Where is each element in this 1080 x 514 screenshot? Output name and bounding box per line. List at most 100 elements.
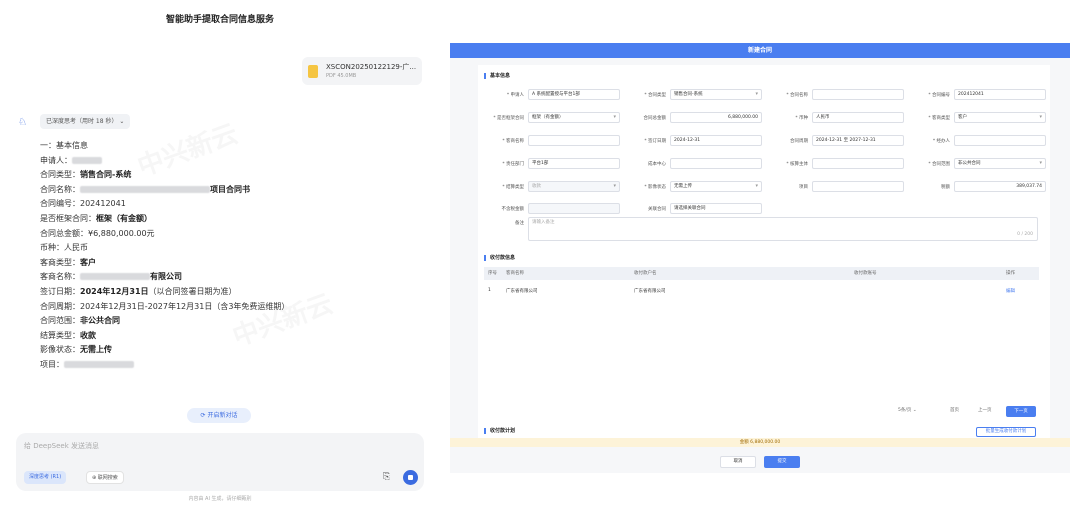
field-label: * 经办人 xyxy=(932,139,950,144)
info-label: 一：基本信息 xyxy=(40,141,88,150)
field-input[interactable]: 客户 ▾ xyxy=(954,112,1046,123)
info-line: 影像状态：无需上传 xyxy=(40,343,289,358)
info-label: 客商类型： xyxy=(40,257,80,267)
web-search-button[interactable]: ⊕ 联网搜索 xyxy=(86,471,124,484)
field-input[interactable] xyxy=(528,203,620,214)
field-input[interactable]: 收款 ▾ xyxy=(528,181,620,192)
info-line: 合同总金额：¥6,880,000.00元 xyxy=(40,227,289,242)
field-input[interactable]: 6,880,000.00 xyxy=(670,112,762,123)
message-input-box[interactable]: 给 DeepSeek 发送消息 深度思考 (R1) ⊕ 联网搜索 ⎘ xyxy=(16,433,424,491)
contract-form-window: 新建合同 基本信息 * 申请人 A 系统配置授与平台1部 * 合同类型 销售合同-系统… xyxy=(450,43,1070,473)
field-input[interactable] xyxy=(528,135,620,146)
field-label: * 合同编号 xyxy=(928,93,950,98)
field-input[interactable]: 框架（有金额） ▾ xyxy=(528,112,620,123)
attach-icon[interactable]: ⎘ xyxy=(383,472,390,482)
info-label: 结算类型： xyxy=(40,330,80,340)
field-input[interactable]: 销售合同-系统 ▾ xyxy=(670,89,762,100)
field-value: 框架（有金额） xyxy=(532,115,564,120)
field-input[interactable]: 非公共合同 ▾ xyxy=(954,158,1046,169)
field-input[interactable]: 202412041 xyxy=(954,89,1046,100)
field-input[interactable]: 人民币 xyxy=(812,112,904,123)
deep-think-button[interactable]: 深度思考 (R1) xyxy=(24,471,67,484)
field-input[interactable] xyxy=(670,158,762,169)
field-input[interactable]: 无需上传 ▾ xyxy=(670,181,762,192)
section-basic-title: 基本信息 xyxy=(484,73,510,79)
field-value: 请选择关联合同 xyxy=(674,206,706,211)
field-input[interactable]: 2024-12-31 至 2027-12-31 xyxy=(812,135,904,146)
field-input[interactable]: A 系统配置授与平台1部 xyxy=(528,89,620,100)
remark-placeholder: 请输入备注 xyxy=(532,220,555,225)
new-chat-button[interactable]: ⟳ 开启新对话 xyxy=(187,408,251,423)
info-value: 202412041 xyxy=(80,199,126,209)
info-line: 是否框架合同：框架（有金额） xyxy=(40,212,289,227)
field-value: 客户 xyxy=(958,115,967,120)
page-size-select[interactable]: 5条/页 ⌄ xyxy=(898,406,917,416)
info-label: 合同周期： xyxy=(40,301,80,311)
edit-row-link[interactable]: 编辑 xyxy=(1006,288,1015,294)
info-value: 客户 xyxy=(80,257,96,267)
info-value: 2024年12月31日 xyxy=(80,286,149,296)
info-line: 币种：人民币 xyxy=(40,241,289,256)
field-label: * 申请人 xyxy=(506,93,524,98)
plan-card: 收付款计划 批量生成收付款计划 xyxy=(478,425,1050,438)
field-value: 平台1部 xyxy=(532,161,549,166)
batch-plan-button[interactable]: 批量生成收付款计划 xyxy=(976,427,1036,437)
info-value: 2024年12月31日-2027年12月31日（含3年免费运维期） xyxy=(80,301,290,311)
file-meta: PDF 45.0MB xyxy=(326,72,357,79)
info-label: 客商名称： xyxy=(40,272,80,282)
prev-page-button[interactable]: 上一页 xyxy=(978,406,992,416)
field-input[interactable]: 平台1部 xyxy=(528,158,620,169)
field-input[interactable] xyxy=(812,89,904,100)
table-header-cell: 操作 xyxy=(1006,271,1015,276)
info-value: ¥6,880,000.00元 xyxy=(88,228,155,238)
redacted-text xyxy=(64,360,134,368)
table-header-cell: 序号 xyxy=(488,271,497,276)
next-page-button[interactable]: 下一页 xyxy=(1006,406,1036,417)
field-value: 389,037.74 xyxy=(1016,184,1042,189)
new-chat-label: 开启新对话 xyxy=(207,412,238,419)
field-label: * 责任部门 xyxy=(502,162,524,167)
field-label: * 是否框架合同 xyxy=(493,116,524,121)
ai-disclaimer: 内容由 AI 生成，请仔细甄别 xyxy=(188,496,252,502)
table-header-cell: 客商名称 xyxy=(506,271,524,276)
field-label: * 合同类型 xyxy=(644,93,666,98)
info-line: 客商名称： 有限公司 xyxy=(40,270,289,285)
info-line: 客商类型：客户 xyxy=(40,256,289,271)
field-label: 不含税金额 xyxy=(501,207,525,212)
field-input[interactable] xyxy=(812,181,904,192)
field-input[interactable]: 2024-12-31 xyxy=(670,135,762,146)
field-label: * 合同范围 xyxy=(928,162,950,167)
info-value: 有限公司 xyxy=(150,272,182,282)
redacted-text xyxy=(80,273,150,281)
chevron-down-icon: ▾ xyxy=(613,114,616,120)
remark-textarea[interactable]: 请输入备注 0 / 200 xyxy=(528,217,1038,241)
first-page-button[interactable]: 首页 xyxy=(950,406,959,416)
file-attachment[interactable]: XSCON20250122129-广... PDF 45.0MB xyxy=(302,57,422,85)
remark-counter: 0 / 200 xyxy=(1017,232,1033,237)
file-icon xyxy=(308,64,318,78)
chevron-down-icon: ▾ xyxy=(755,91,758,97)
info-value: 框架（有金额） xyxy=(96,213,152,223)
page-size-label: 5条/页 xyxy=(898,408,912,413)
deep-think-toggle[interactable]: 已深度思考（用时 18 秒） ⌄ xyxy=(40,114,131,129)
submit-button[interactable]: 提交 xyxy=(764,456,800,468)
redacted-text xyxy=(80,185,210,193)
message-input[interactable]: 给 DeepSeek 发送消息 xyxy=(24,441,99,451)
cancel-button[interactable]: 取消 xyxy=(720,456,756,468)
info-line: 一：基本信息 xyxy=(40,139,289,154)
info-value: 无需上传 xyxy=(80,345,112,355)
chevron-down-icon: ▾ xyxy=(755,183,758,189)
remark-label: 备注 xyxy=(515,221,524,226)
field-input[interactable] xyxy=(954,135,1046,146)
field-label: * 合同名称 xyxy=(786,93,808,98)
table-cell: 1 xyxy=(488,288,491,293)
table-header-cell: 收付款户名 xyxy=(634,271,657,276)
field-input[interactable] xyxy=(812,158,904,169)
field-input[interactable]: 389,037.74 xyxy=(954,181,1046,192)
field-input[interactable]: 请选择关联合同 xyxy=(670,203,762,214)
info-label: 币种： xyxy=(40,243,64,253)
send-button[interactable] xyxy=(403,470,418,485)
info-line: 结算类型：收款 xyxy=(40,329,289,344)
table-header-cell: 收付款账号 xyxy=(854,271,877,276)
field-value: 202412041 xyxy=(958,92,984,97)
